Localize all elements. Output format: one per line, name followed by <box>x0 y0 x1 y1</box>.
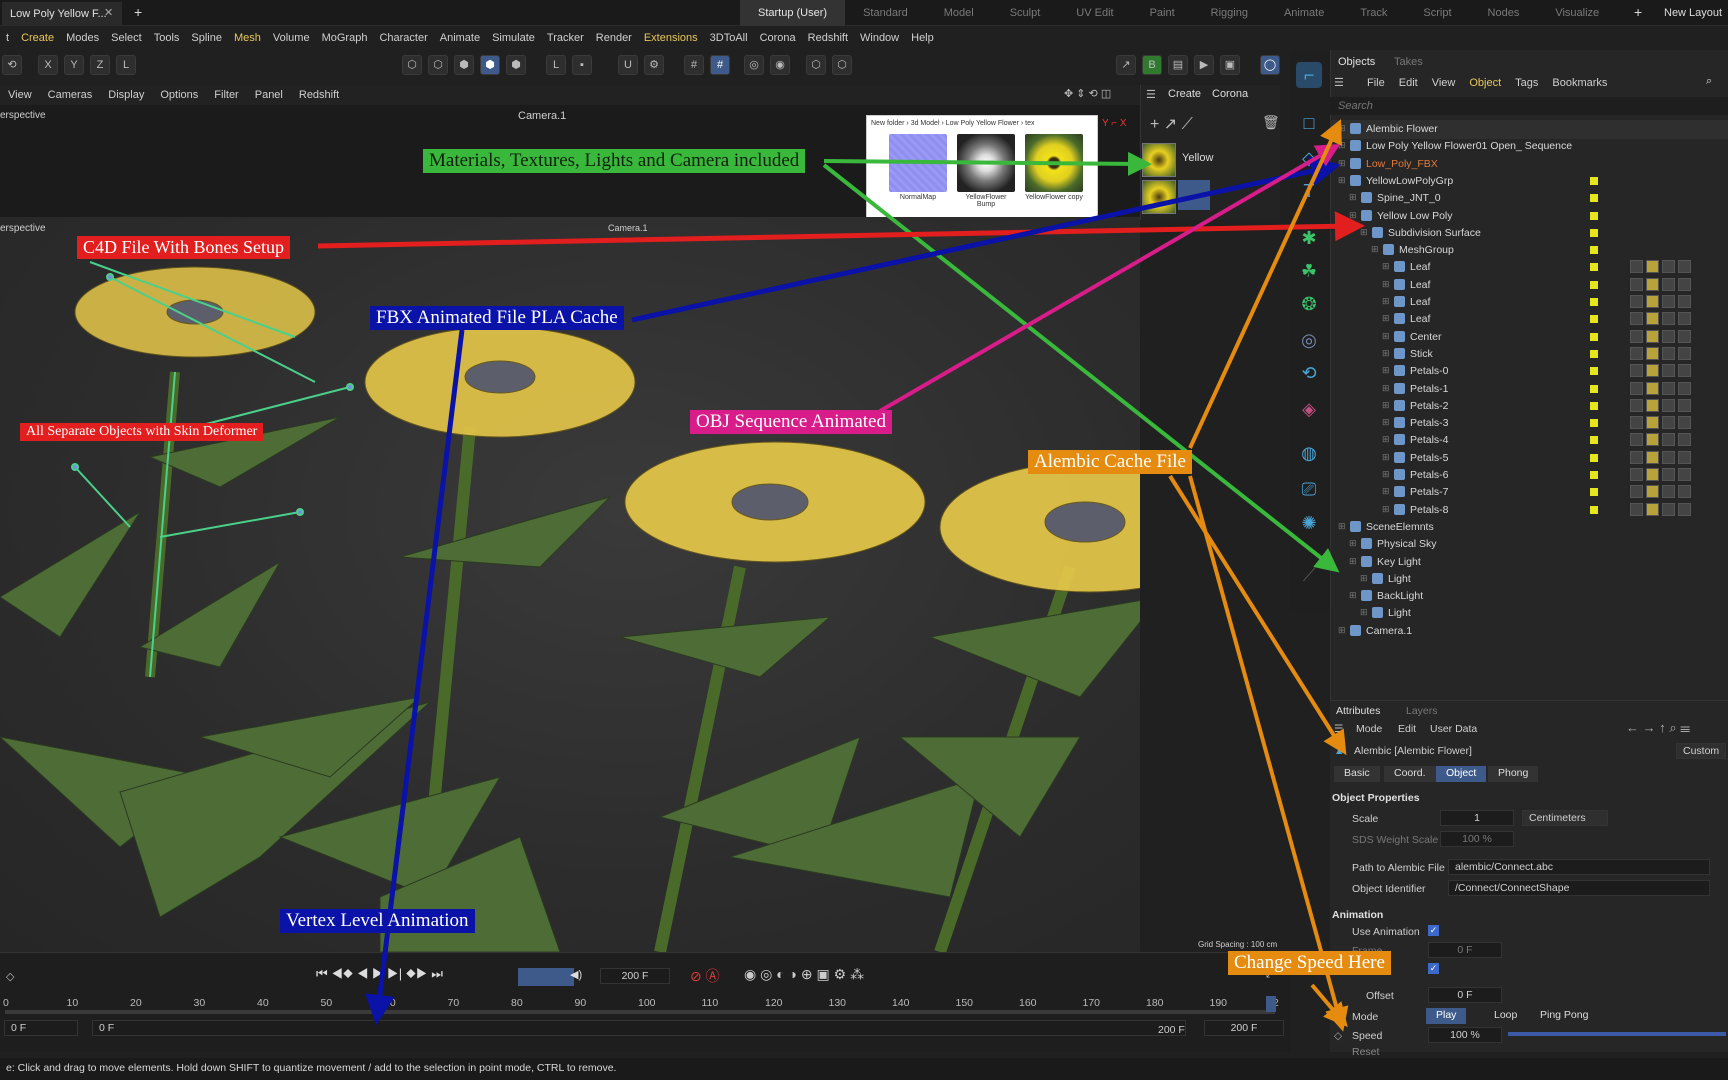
annotation-speed: Change Speed Here <box>1228 951 1391 975</box>
annotation-separate: All Separate Objects with Skin Deformer <box>20 423 264 441</box>
annotation-materials: Materials, Textures, Lights and Camera i… <box>423 149 806 173</box>
annotation-arrows <box>317 119 1365 1032</box>
annotation-c4d: C4D File With Bones Setup <box>77 236 290 259</box>
annotation-obj: OBJ Sequence Animated <box>690 410 892 434</box>
blue-arrows <box>364 156 1341 1025</box>
orange-arrows <box>1168 119 1349 1032</box>
pink-arrow <box>878 143 1341 413</box>
annotation-vertex: Vertex Level Animation <box>280 909 475 933</box>
annotation-fbx: FBX Animated File PLA Cache <box>370 306 624 330</box>
annotation-alembic: Alembic Cache File <box>1028 450 1192 474</box>
